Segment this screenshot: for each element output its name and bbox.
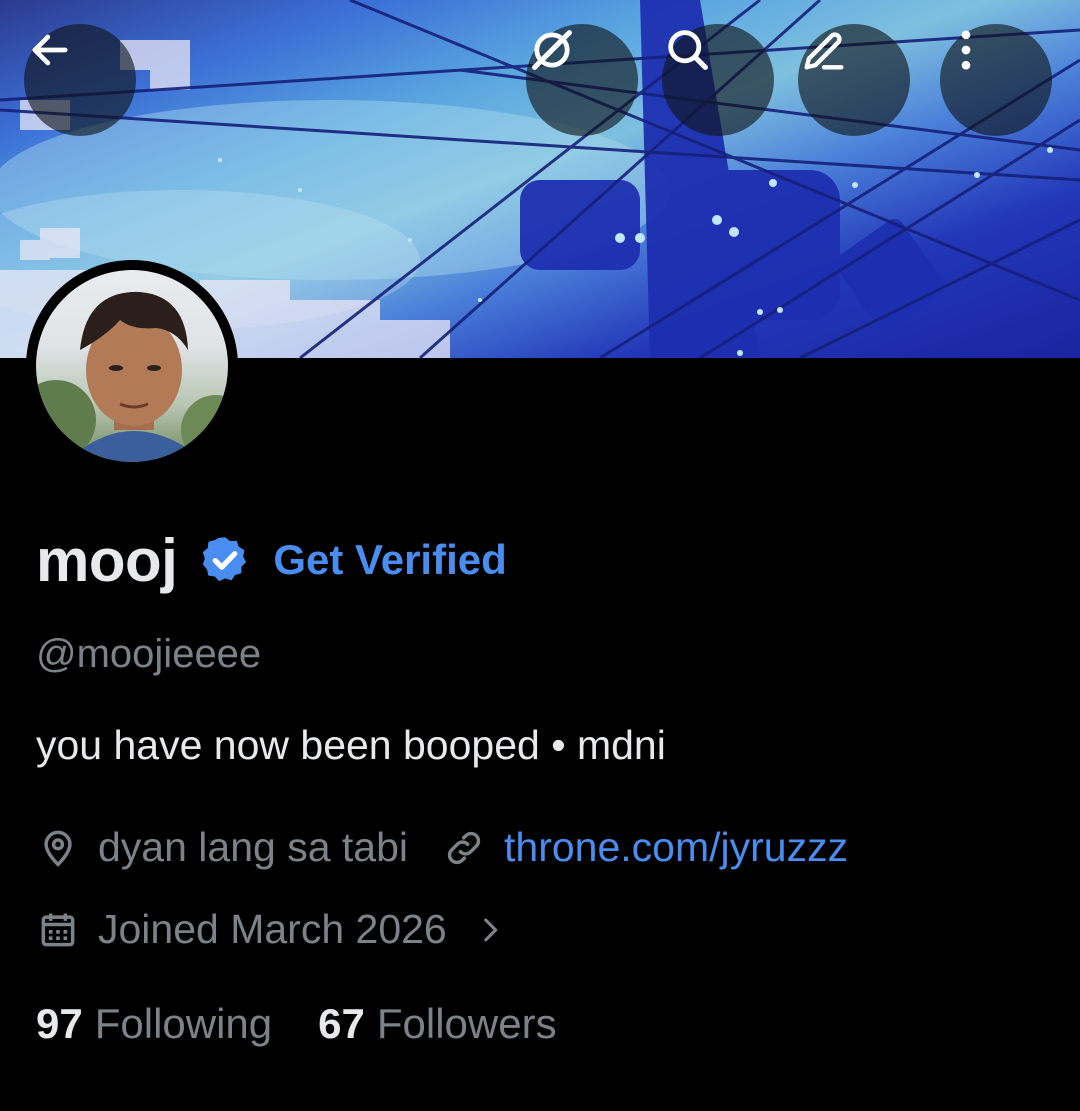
search-icon xyxy=(668,30,708,70)
display-name: mooj xyxy=(36,526,178,594)
following-label: Following xyxy=(94,1000,273,1047)
location-pin-icon xyxy=(44,830,72,867)
profile-bio: you have now been booped • mdni xyxy=(36,722,666,768)
followers-label: Followers xyxy=(376,1000,557,1047)
profile-page: mooj Get Verified @moojieeee you have no… xyxy=(0,0,1080,1111)
joined-row[interactable]: Joined March 2026 xyxy=(36,906,507,953)
name-row: mooj Get Verified xyxy=(36,525,507,595)
followers-link[interactable]: 67 Followers xyxy=(318,1000,556,1048)
verified-badge-icon[interactable] xyxy=(199,534,251,586)
profile-website-link[interactable]: throne.com/jyruzzz xyxy=(504,824,848,871)
following-link[interactable]: 97 Following xyxy=(36,1000,272,1048)
slashed-circle-icon xyxy=(532,30,572,70)
location-website-row: dyan lang sa tabi throne.com/jyruzzz xyxy=(36,824,848,871)
followers-count: 67 xyxy=(318,1000,365,1047)
chevron-right-icon xyxy=(483,918,497,941)
joined-date: Joined March 2026 xyxy=(98,906,447,952)
profile-avatar[interactable] xyxy=(26,260,238,472)
vertical-dots-icon xyxy=(961,30,971,70)
grok-button[interactable] xyxy=(526,24,638,136)
edit-button[interactable] xyxy=(798,24,910,136)
follow-stats: 97 Following 67 Followers xyxy=(36,1000,557,1048)
profile-location: dyan lang sa tabi xyxy=(98,824,409,870)
pencil-icon xyxy=(804,32,844,70)
following-count: 97 xyxy=(36,1000,83,1047)
user-handle: @moojieeee xyxy=(36,632,262,676)
calendar-icon xyxy=(41,913,75,946)
search-button[interactable] xyxy=(662,24,774,136)
get-verified-link[interactable]: Get Verified xyxy=(273,536,506,584)
arrow-left-icon xyxy=(32,34,68,66)
avatar-photo xyxy=(36,270,228,462)
more-options-button[interactable] xyxy=(940,24,1052,136)
link-icon xyxy=(447,831,481,864)
back-button[interactable] xyxy=(24,24,136,136)
